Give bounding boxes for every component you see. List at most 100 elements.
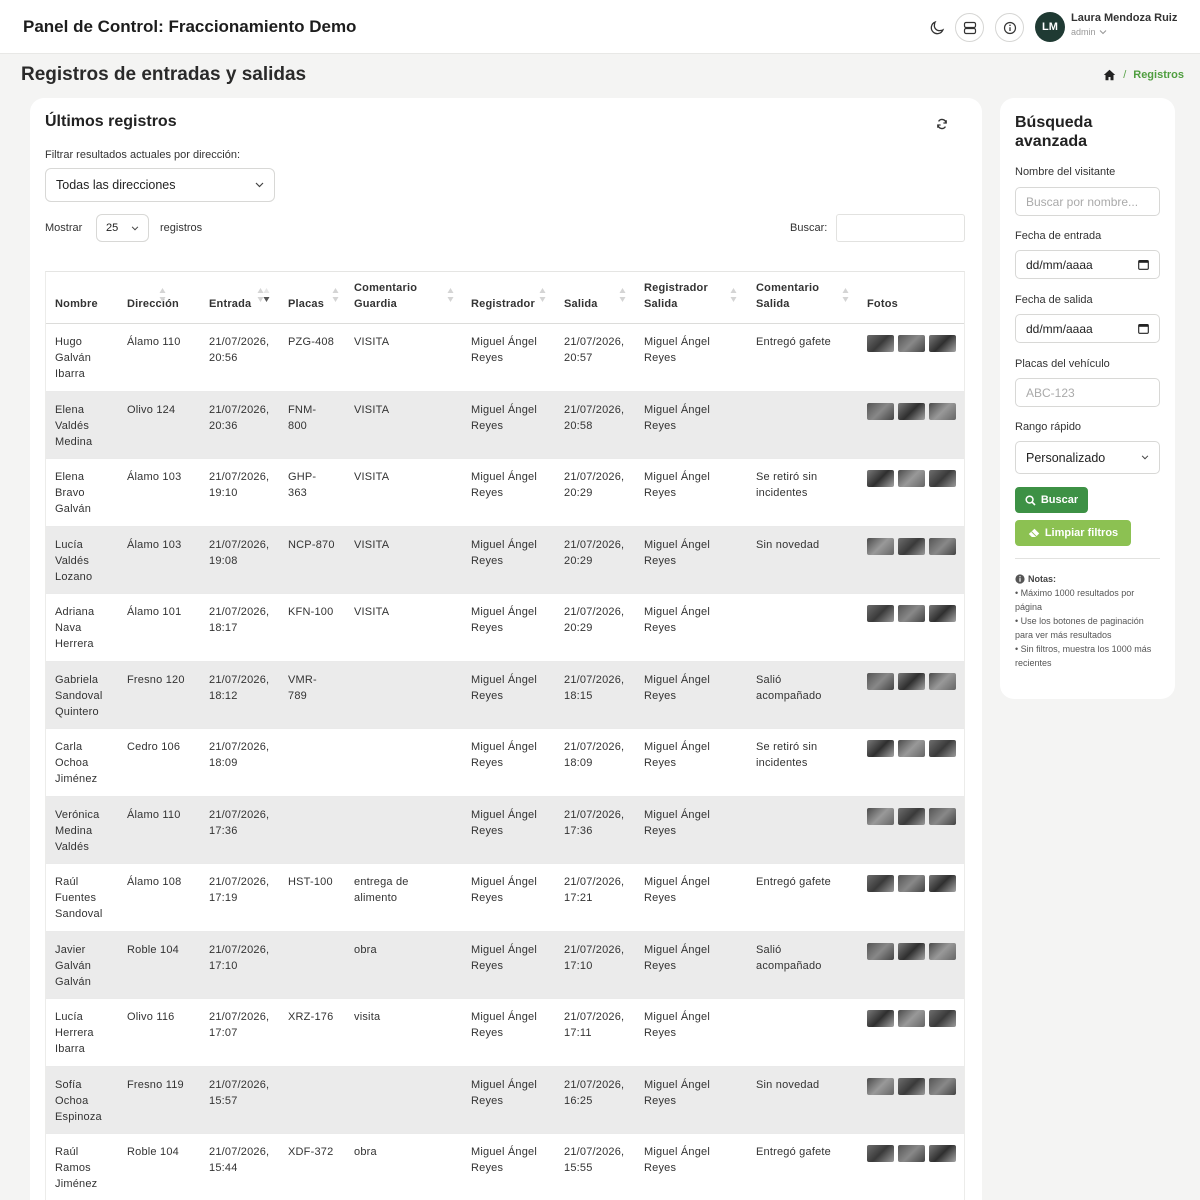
- table-row[interactable]: Verónica Medina Valdés Álamo 110 21/07/2026,…: [46, 796, 964, 864]
- avatar[interactable]: LM: [1035, 12, 1065, 42]
- user-name[interactable]: Laura Mendoza Ruiz: [1071, 12, 1177, 24]
- photo-thumbnail[interactable]: [898, 470, 925, 487]
- plates-input[interactable]: ABC-123: [1015, 378, 1160, 407]
- photo-thumbnail[interactable]: [898, 875, 925, 892]
- photo-thumbnail[interactable]: [867, 1010, 894, 1027]
- column-header[interactable]: Fotos: [867, 296, 898, 312]
- photo-thumbnail[interactable]: [929, 875, 956, 892]
- photo-thumbnail[interactable]: [929, 740, 956, 757]
- photo-thumbnail[interactable]: [867, 672, 894, 690]
- table-row[interactable]: Adriana Nava Herrera Álamo 101 21/07/2026, 18…: [46, 594, 964, 662]
- page-length-select[interactable]: 25: [96, 214, 149, 242]
- photo-thumbnail[interactable]: [929, 335, 956, 352]
- photo-thumbnail[interactable]: [867, 1145, 894, 1162]
- table-row[interactable]: Elena Bravo Galván Álamo 103 21/07/2026, 19:1…: [46, 459, 964, 527]
- photo-thumbnail[interactable]: [929, 1010, 956, 1027]
- search-button[interactable]: Buscar: [1015, 487, 1088, 513]
- photo-thumbnail[interactable]: [929, 942, 956, 960]
- photo-thumbnail[interactable]: [898, 740, 925, 757]
- info-button[interactable]: [995, 13, 1024, 42]
- cell-line: Reyes: [471, 554, 504, 567]
- table-row[interactable]: Lucía Herrera Ibarra Olivo 116 21/07/2026, 17…: [46, 999, 964, 1067]
- photo-thumbnail[interactable]: [867, 402, 894, 420]
- table-row[interactable]: Gabriela Sandoval Quintero Fresno 120 21/07/…: [46, 661, 964, 729]
- exit-date-input[interactable]: dd/mm/aaaa: [1015, 314, 1160, 343]
- refresh-button[interactable]: [936, 118, 948, 133]
- photo-thumbnail[interactable]: [867, 807, 894, 825]
- cell-line: Miguel Ángel: [471, 606, 537, 618]
- photo-thumbnail[interactable]: [929, 470, 956, 487]
- table-row[interactable]: Raúl Ramos Jiménez Roble 104 21/07/2026, 15:4…: [46, 1134, 964, 1200]
- photo-thumbnail[interactable]: [898, 335, 925, 352]
- photo-thumbnail[interactable]: [898, 807, 925, 825]
- cell-line: Lucía: [55, 538, 83, 551]
- photo-thumbnail[interactable]: [867, 1077, 894, 1095]
- column-header[interactable]: Salida: [564, 296, 598, 312]
- table-row[interactable]: Raúl Fuentes Sandoval Álamo 108 21/07/2026, 1…: [46, 864, 964, 932]
- calendar-icon[interactable]: [1138, 323, 1149, 334]
- sort-icon[interactable]: [619, 287, 626, 303]
- table-row[interactable]: Sofía Ochoa Espinoza Fresno 119 21/07/2026, 1…: [46, 1066, 964, 1134]
- entry-date-input[interactable]: dd/mm/aaaa: [1015, 250, 1160, 279]
- photo-thumbnail[interactable]: [867, 875, 894, 892]
- photo-thumbnail[interactable]: [867, 740, 894, 757]
- column-header[interactable]: Comentario Guardia: [354, 280, 417, 312]
- table-cell: 21/07/2026, 20:57: [564, 334, 624, 366]
- sort-icon[interactable]: [539, 287, 546, 303]
- photo-thumbnail[interactable]: [867, 605, 894, 622]
- column-header[interactable]: Placas: [288, 296, 324, 312]
- table-row[interactable]: Carla Ochoa Jiménez Cedro 106 21/07/2026, 18:…: [46, 729, 964, 797]
- photo-thumbnail[interactable]: [867, 942, 894, 960]
- calendar-icon[interactable]: [1138, 259, 1149, 270]
- direction-filter-select[interactable]: Todas las direcciones: [45, 168, 275, 202]
- photo-thumbnail[interactable]: [898, 1010, 925, 1027]
- photo-thumbnail[interactable]: [929, 1077, 956, 1095]
- photo-thumbnail[interactable]: [898, 402, 925, 420]
- photo-thumbnail[interactable]: [929, 807, 956, 825]
- sort-icon[interactable]: [447, 287, 454, 303]
- photo-thumbnail[interactable]: [867, 537, 894, 555]
- column-header[interactable]: Nombre: [55, 296, 98, 312]
- column-header[interactable]: Registrador Salida: [644, 280, 708, 312]
- clear-filters-button[interactable]: Limpiar filtros: [1015, 520, 1131, 546]
- cell-line: acompañado: [756, 689, 822, 702]
- table-row[interactable]: Hugo Galván Ibarra Álamo 110 21/07/2026, 20:5…: [46, 324, 964, 392]
- breadcrumb-current[interactable]: Registros: [1133, 69, 1184, 81]
- search-input[interactable]: [836, 214, 965, 242]
- server-button[interactable]: [955, 13, 984, 42]
- sort-icon[interactable]: [842, 287, 849, 303]
- sort-icon[interactable]: [159, 287, 166, 303]
- photo-thumbnail[interactable]: [898, 672, 925, 690]
- photo-thumbnail[interactable]: [898, 537, 925, 555]
- column-header[interactable]: Dirección: [127, 296, 179, 312]
- theme-toggle-button[interactable]: [922, 13, 951, 42]
- visitor-name-input[interactable]: Buscar por nombre...: [1015, 187, 1160, 216]
- table-cell: Fresno 120: [127, 673, 185, 686]
- column-header[interactable]: Entrada: [209, 296, 251, 312]
- photo-thumbnail[interactable]: [929, 672, 956, 690]
- photo-thumbnail[interactable]: [898, 1145, 925, 1162]
- photo-thumbnail[interactable]: [867, 470, 894, 487]
- sort-icon[interactable]: [263, 287, 270, 303]
- table-row[interactable]: Lucía Valdés Lozano Álamo 103 21/07/2026, 19:…: [46, 526, 964, 594]
- photo-thumbnail[interactable]: [867, 335, 894, 352]
- table-row[interactable]: Javier Galván Galván Roble 104 21/07/2026, 17…: [46, 931, 964, 999]
- sort-icon[interactable]: [730, 287, 737, 303]
- photo-thumbnail[interactable]: [898, 1077, 925, 1095]
- photo-thumbnail[interactable]: [929, 402, 956, 420]
- table-row[interactable]: Elena Valdés Medina Olivo 124 21/07/2026, 20:…: [46, 391, 964, 459]
- photo-thumbnail[interactable]: [898, 605, 925, 622]
- column-header[interactable]: Comentario Salida: [756, 280, 819, 312]
- column-header[interactable]: Registrador: [471, 296, 535, 312]
- cell-line: Ochoa: [55, 1094, 89, 1107]
- photo-thumbnail[interactable]: [929, 1145, 956, 1162]
- cell-line: Galván: [55, 975, 92, 988]
- quick-range-select[interactable]: Personalizado: [1015, 441, 1160, 474]
- photo-thumbnail[interactable]: [929, 605, 956, 622]
- sort-icon[interactable]: [332, 287, 339, 303]
- photo-thumbnail[interactable]: [898, 942, 925, 960]
- user-role-menu[interactable]: admin: [1071, 27, 1107, 37]
- photo-thumbnail[interactable]: [929, 537, 956, 555]
- records-title: Últimos registros: [45, 113, 177, 130]
- home-icon[interactable]: [1103, 69, 1116, 81]
